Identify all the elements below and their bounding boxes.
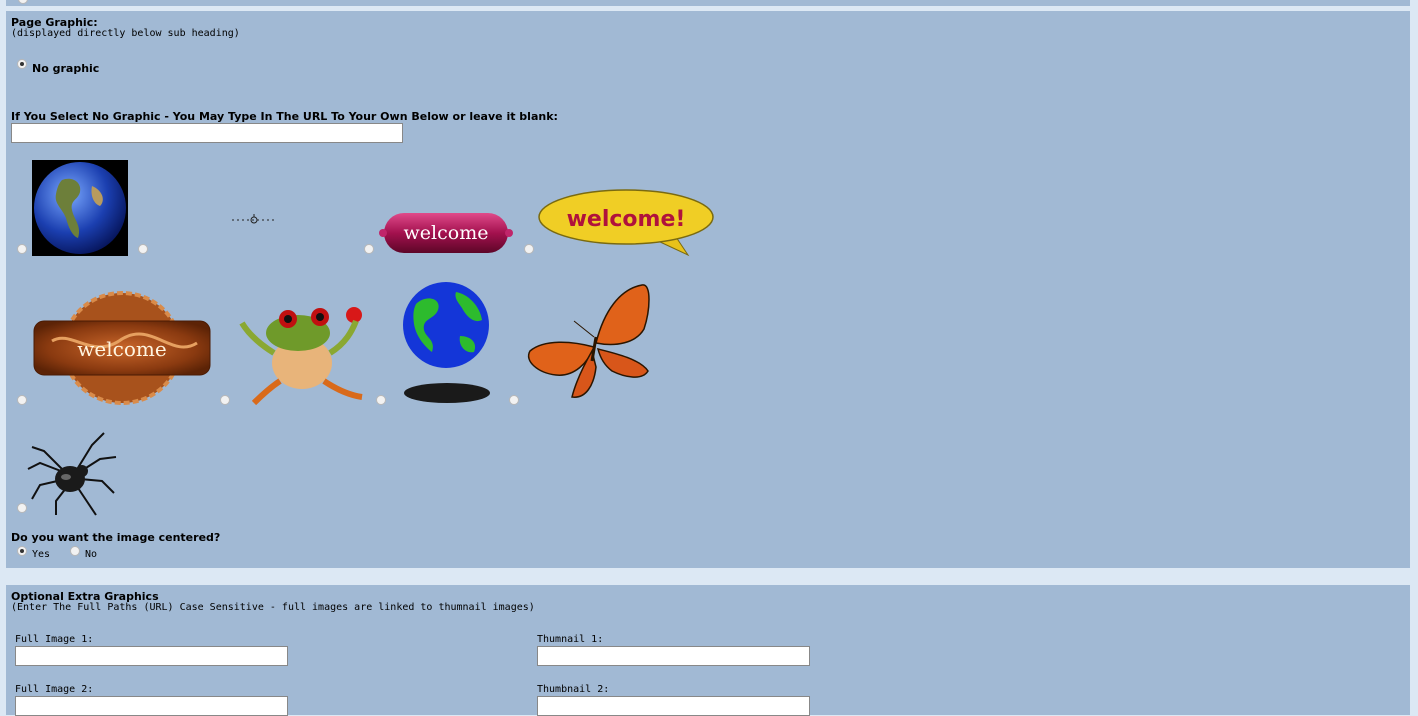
welcome-plaque-image: welcome [33, 291, 211, 405]
radio-partial[interactable] [18, 0, 28, 4]
graphic-radio-spinning-globe[interactable] [376, 395, 386, 405]
full-image-2-input[interactable] [15, 696, 288, 716]
full-image-1-label: Full Image 1: [15, 634, 94, 645]
butterfly-image [527, 284, 650, 398]
thumbnail-2-label: Thumbnail 2: [537, 684, 610, 695]
graphic-radio-plane[interactable] [138, 244, 148, 254]
graphic-radio-spider[interactable] [17, 503, 27, 513]
spinning-globe-image [403, 282, 490, 403]
graphic-radio-welcome-plaque[interactable] [17, 395, 27, 405]
welcome-bubble-text: welcome! [567, 207, 686, 232]
center-yes-radio[interactable] [17, 546, 27, 556]
no-graphic-label: No graphic [32, 62, 100, 75]
extra-graphics-panel: Optional Extra Graphics (Enter The Full … [6, 585, 1410, 716]
earth-globe-image [32, 160, 128, 256]
frog-image [239, 307, 363, 405]
page-graphic-subtitle: (displayed directly below sub heading) [11, 28, 240, 39]
graphic-radio-welcome-bubble[interactable] [524, 244, 534, 254]
welcome-sausage-text: welcome [404, 222, 489, 244]
full-image-2-label: Full Image 2: [15, 684, 94, 695]
small-plane-image [232, 214, 276, 224]
graphic-radio-globe[interactable] [17, 244, 27, 254]
thumbnail-2-input[interactable] [537, 696, 810, 716]
no-graphic-radio[interactable] [17, 59, 27, 69]
graphic-radio-welcome-sausage[interactable] [364, 244, 374, 254]
welcome-sausage-image: welcome [379, 213, 513, 253]
welcome-plaque-text: welcome [77, 337, 166, 361]
center-no-label: No [85, 549, 98, 560]
graphic-radio-butterfly[interactable] [509, 395, 519, 405]
center-yes-label: Yes [32, 549, 51, 560]
thumbnail-1-input[interactable] [537, 646, 810, 666]
full-image-1-input[interactable] [15, 646, 288, 666]
spider-image [27, 432, 117, 516]
welcome-bubble-image: welcome! [538, 189, 714, 257]
extra-graphics-subtitle: (Enter The Full Paths (URL) Case Sensiti… [11, 602, 535, 613]
center-question: Do you want the image centered? [11, 531, 221, 544]
page-graphic-panel: Page Graphic: (displayed directly below … [6, 11, 1410, 568]
graphic-url-input[interactable] [11, 123, 403, 143]
top-panel-strip [6, 0, 1410, 6]
thumbnail-1-label: Thumnail 1: [537, 634, 604, 645]
url-label: If You Select No Graphic - You May Type … [11, 110, 558, 123]
center-no-radio[interactable] [70, 546, 80, 556]
graphic-radio-frog[interactable] [220, 395, 230, 405]
